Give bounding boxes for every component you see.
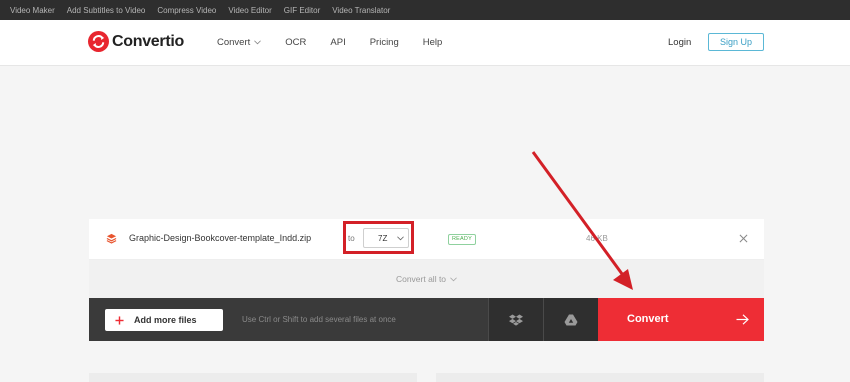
login-link[interactable]: Login [668,37,691,48]
convertio-logo-icon [88,31,109,52]
bottom-card-left [89,373,417,382]
google-drive-icon [564,314,578,325]
topbar-link-compress-video[interactable]: Compress Video [157,6,216,15]
logo[interactable]: Convertio [88,31,184,52]
file-layers-icon [106,233,117,244]
topbar-link-gif-editor[interactable]: GIF Editor [284,6,320,15]
chevron-down-icon [254,40,262,45]
topbar-link-video-editor[interactable]: Video Editor [228,6,271,15]
top-link-bar: Video Maker Add Subtitles to Video Compr… [0,0,850,20]
file-row: Graphic-Design-Bookcover-template_Indd.z… [89,219,764,260]
convert-all-dropdown[interactable]: Convert all to [89,260,764,298]
dropbox-icon [509,314,523,326]
plus-icon [115,315,124,325]
close-icon[interactable] [739,234,748,243]
nav-convert-label: Convert [217,37,251,48]
convert-label: Convert [627,313,669,325]
file-name: Graphic-Design-Bookcover-template_Indd.z… [129,233,312,243]
convert-button[interactable]: Convert [598,298,764,341]
arrow-right-icon [736,314,749,325]
site-header: Convertio Convert OCR API Pricing Help L… [0,20,850,66]
add-more-files-label: Add more files [134,315,197,325]
topbar-link-video-translator[interactable]: Video Translator [332,6,390,15]
nav-convert[interactable]: Convert [217,37,262,48]
convert-all-label: Convert all to [395,274,447,284]
hint-text: Use Ctrl or Shift to add several files a… [242,315,396,324]
signup-button[interactable]: Sign Up [708,33,764,51]
nav-api[interactable]: API [330,37,345,48]
topbar-link-video-maker[interactable]: Video Maker [10,6,55,15]
google-drive-button[interactable] [543,298,598,341]
annotation-highlight-box [343,221,414,254]
main-nav: Convert OCR API Pricing Help [217,20,466,65]
action-bar: Add more files Use Ctrl or Shift to add … [89,298,764,341]
topbar-link-add-subtitles[interactable]: Add Subtitles to Video [67,6,146,15]
file-size: 46 KB [586,234,608,243]
nav-pricing[interactable]: Pricing [370,37,399,48]
dropbox-button[interactable] [488,298,543,341]
bottom-card-right [436,373,764,382]
chevron-down-icon [450,276,457,281]
status-badge: READY [448,234,476,245]
nav-ocr[interactable]: OCR [285,37,306,48]
logo-text: Convertio [112,32,184,50]
nav-help[interactable]: Help [423,37,443,48]
add-more-files-button[interactable]: Add more files [105,309,223,331]
